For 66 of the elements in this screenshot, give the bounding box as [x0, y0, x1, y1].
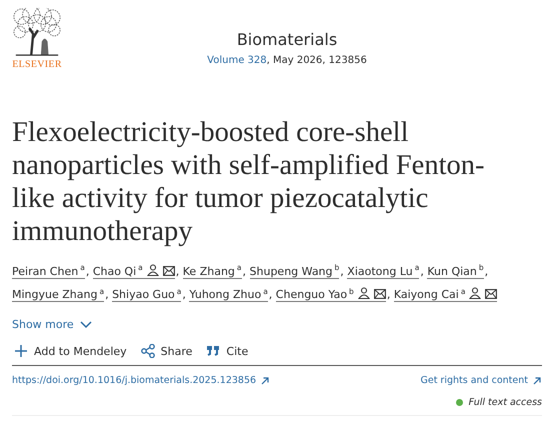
affiliation-mark: a — [138, 263, 143, 272]
affiliation-mark: a — [236, 263, 242, 272]
comma: , — [268, 288, 272, 302]
action-button[interactable]: Cite — [206, 344, 248, 358]
affiliation-mark: a — [80, 263, 85, 272]
doi-link[interactable]: https://doi.org/10.1016/j.biomaterials.2025.123856 — [12, 375, 270, 386]
chevron-down-icon — [80, 320, 92, 329]
envelope-icon — [485, 289, 498, 300]
access-label: Full text access — [468, 397, 542, 408]
affiliation-mark: b — [478, 263, 484, 272]
comma: , — [242, 264, 246, 278]
author-name: Chenguo Yao — [276, 288, 348, 302]
article-title: Flexoelectricity-boosted core-shell nanoparticles with self-amplified Fenton-like activity for tumor piezocatalytic immunotherapy — [12, 116, 486, 248]
external-link-icon — [260, 376, 270, 386]
journal-title[interactable]: Biomaterials — [236, 30, 338, 49]
author-link[interactable]: Yuhong Zhuo $^{a}$ — [189, 288, 268, 302]
author-link[interactable]: Chao Qi $^{a}$ — [92, 264, 175, 279]
author-name: Peiran Chen — [12, 264, 78, 278]
issue-info: , May 2026, 123856 — [266, 55, 367, 66]
envelope-icon — [374, 289, 386, 300]
show-more-button[interactable]: Show more — [12, 318, 92, 332]
affiliation-mark: a — [99, 286, 104, 296]
affiliation-mark: a — [176, 286, 182, 296]
affiliation-mark: b — [349, 286, 354, 296]
author-name: Chao Qi — [92, 264, 136, 278]
author-name: Mingyue Zhang — [12, 288, 98, 302]
comma: , — [386, 288, 390, 302]
comma: , — [182, 288, 186, 302]
author-link[interactable]: Peiran Chen $^{a}$ — [12, 264, 85, 279]
publisher-logo-text: ELSEVIER — [12, 59, 62, 70]
author-link[interactable]: Shupeng Wang $^{b}$ — [250, 264, 340, 279]
affiliation-mark: a — [263, 286, 268, 296]
author-name: Kun Qian — [427, 264, 477, 278]
comma: , — [484, 264, 488, 278]
comma: , — [420, 264, 424, 278]
external-link-icon — [532, 376, 542, 386]
author-name: Kaiyong Cai — [394, 288, 459, 302]
action-button[interactable]: Add to Mendeley — [14, 344, 127, 358]
author-link[interactable]: Chenguo Yao $^{b}$ — [276, 288, 386, 302]
share-icon — [140, 344, 155, 358]
author-name: Yuhong Zhuo — [189, 288, 262, 302]
quote-icon — [206, 344, 220, 358]
action-button[interactable]: Share — [140, 344, 192, 358]
affiliation-mark: b — [334, 263, 340, 272]
comma: , — [105, 288, 109, 302]
author-name: Xiaotong Lu — [347, 264, 413, 278]
plus-icon — [14, 344, 28, 358]
tree-logo-icon — [12, 8, 62, 58]
envelope-icon — [162, 266, 175, 276]
author-link[interactable]: Xiaotong Lu $^{a}$ — [347, 264, 420, 279]
comma: , — [340, 264, 344, 278]
author-link[interactable]: Kun Qian $^{b}$ — [427, 264, 484, 279]
comma: , — [86, 264, 90, 278]
author-link[interactable]: Mingyue Zhang $^{a}$ — [12, 288, 104, 302]
affiliation-mark: a — [414, 263, 420, 272]
volume-link[interactable]: Volume 328 — [207, 55, 267, 66]
author-name: Shiyao Guo — [112, 288, 175, 302]
rights-link[interactable]: Get rights and content — [420, 375, 542, 386]
author-link[interactable]: Kaiyong Cai $^{a}$ — [394, 288, 498, 302]
author-link[interactable]: Shiyao Guo $^{a}$ — [112, 288, 182, 302]
author-name: Ke Zhang — [182, 264, 235, 278]
comma: , — [176, 264, 180, 278]
author-name: Shupeng Wang — [250, 264, 333, 278]
affiliation-mark: a — [460, 286, 466, 296]
author-link[interactable]: Ke Zhang $^{a}$ — [182, 264, 242, 279]
status-dot-icon — [456, 399, 463, 406]
